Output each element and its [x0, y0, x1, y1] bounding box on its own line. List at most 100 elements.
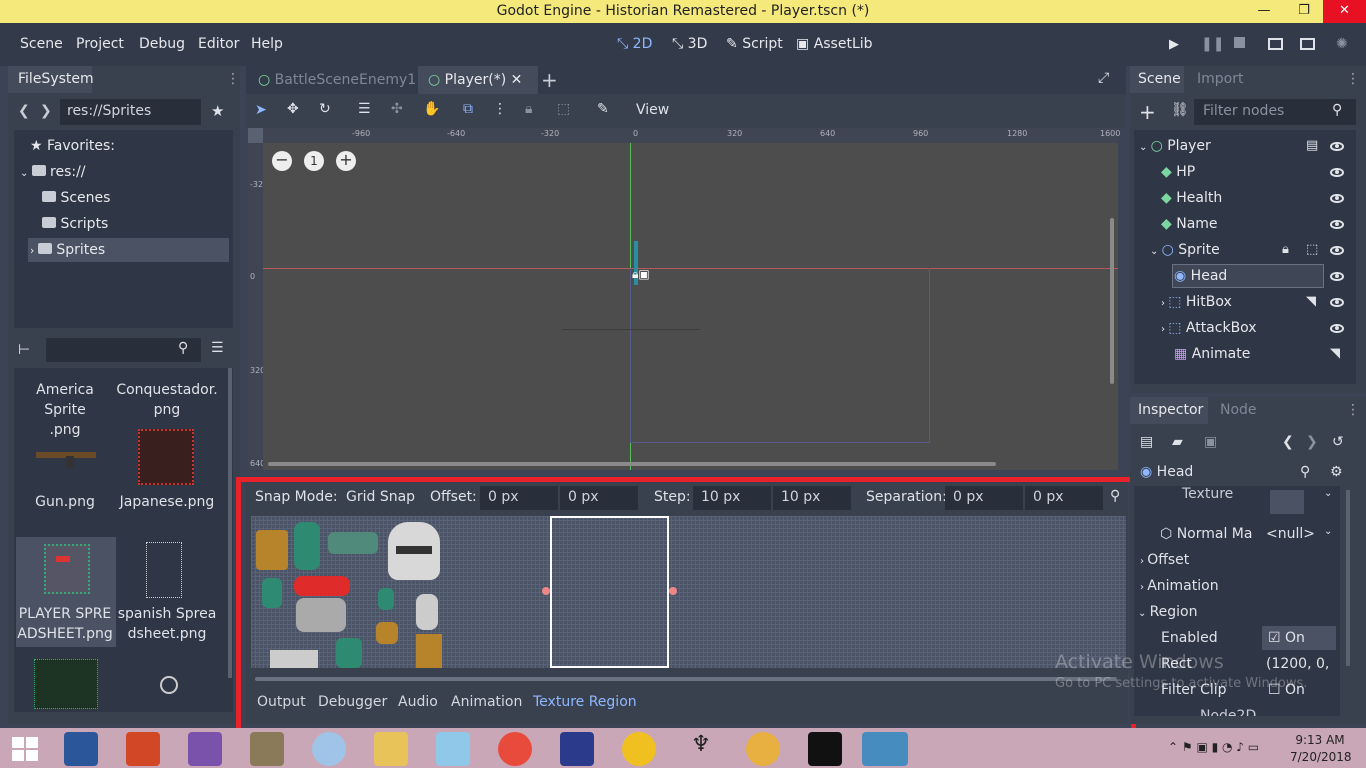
play-scene-icon[interactable] — [1268, 38, 1283, 50]
forward-icon[interactable]: ❯ — [40, 103, 52, 119]
visibility-eye-icon[interactable] — [1330, 194, 1344, 203]
signal-icon[interactable]: ◥ — [1306, 294, 1316, 309]
notes-icon[interactable] — [436, 732, 470, 766]
add-node-icon[interactable]: + — [1139, 100, 1156, 124]
inspector-settings-icon[interactable]: ⚙ — [1330, 464, 1343, 480]
workspace-script[interactable]: ✎ Script — [726, 36, 783, 52]
word-icon[interactable] — [64, 732, 98, 766]
texture-preview[interactable] — [1270, 490, 1304, 514]
tree-res-root[interactable]: ⌄ res:// — [20, 159, 86, 185]
normal-map-value[interactable]: <null> — [1266, 526, 1315, 542]
section-offset[interactable]: › Offset — [1140, 552, 1189, 568]
file-explorer-icon[interactable] — [374, 732, 408, 766]
file-thumbnail-7[interactable] — [30, 655, 110, 715]
lock-icon[interactable]: 🔒︎ — [525, 101, 532, 117]
tab-import[interactable]: Import — [1197, 71, 1243, 87]
fallout-icon[interactable] — [746, 732, 780, 766]
workspace-2d[interactable]: ⤡ 2D — [617, 36, 652, 52]
tree-sprites[interactable]: › Sprites — [30, 237, 105, 263]
tab-battlesceneenemy1[interactable]: ○ BattleSceneEnemy1 — [258, 72, 416, 88]
favorite-star-icon[interactable]: ★ — [211, 102, 224, 120]
godot-icon[interactable] — [862, 732, 908, 766]
zoom-in-button[interactable]: + — [336, 151, 356, 171]
snap-options-icon[interactable]: ⋮ — [493, 101, 507, 117]
app-icon-books[interactable] — [250, 732, 284, 766]
play-icon[interactable]: ▶ — [1169, 37, 1179, 52]
maximize-button[interactable]: ❐ — [1284, 0, 1324, 23]
history-icon[interactable]: ↺ — [1332, 434, 1344, 450]
chrome-icon[interactable] — [498, 732, 532, 766]
paint-icon[interactable] — [312, 732, 346, 766]
node-head[interactable]: ◉ Head — [1174, 263, 1227, 289]
history-back-icon[interactable]: ❮ — [1282, 434, 1294, 450]
game-icon[interactable] — [560, 732, 594, 766]
move-mode-icon[interactable]: ✥ — [287, 101, 299, 117]
menu-project[interactable]: Project — [76, 36, 124, 52]
stop-icon[interactable] — [1234, 37, 1245, 48]
scene-dock-menu-icon[interactable]: ⋮ — [1346, 71, 1360, 87]
file-grid-scrollbar[interactable] — [228, 368, 232, 678]
file-player-spritesheet[interactable]: PLAYER SPRE ADSHEET.png — [14, 604, 116, 644]
node-animate[interactable]: ▦ Animate — [1174, 341, 1250, 367]
node-name[interactable]: ◆ Name — [1161, 211, 1218, 237]
view-menu[interactable]: View — [636, 102, 669, 118]
distraction-free-icon[interactable]: ⤢ — [1098, 70, 1109, 86]
node-player[interactable]: ⌄ ○ Player — [1139, 133, 1211, 159]
file-conquestador[interactable]: Conquestador. png — [116, 380, 218, 420]
menu-debug[interactable]: Debug — [139, 36, 185, 52]
list-view-icon[interactable]: ☰ — [211, 340, 224, 356]
dropdown-icon[interactable]: ⌄ — [1324, 488, 1332, 499]
menu-editor[interactable]: Editor — [198, 36, 239, 52]
visibility-eye-icon[interactable] — [1330, 298, 1344, 307]
menu-help[interactable]: Help — [251, 36, 283, 52]
visibility-eye-icon[interactable] — [1330, 142, 1344, 151]
history-forward-icon[interactable]: ❯ — [1306, 434, 1318, 450]
node-hp[interactable]: ◆ HP — [1161, 159, 1195, 185]
borderlands-icon[interactable] — [622, 732, 656, 766]
tree-favorites[interactable]: ★ Favorites: — [30, 133, 115, 159]
file-japanese[interactable]: Japanese.png — [116, 492, 218, 512]
workspace-assetlib[interactable]: ▣ AssetLib — [796, 36, 873, 52]
dock-menu-icon[interactable]: ⋮ — [226, 71, 240, 87]
tree-scenes[interactable]: Scenes — [42, 185, 110, 211]
script-attached-icon[interactable]: ▤ — [1306, 138, 1318, 153]
select-mode-icon[interactable]: ➤ — [255, 102, 267, 118]
rotate-mode-icon[interactable]: ↻ — [319, 101, 331, 117]
inspector-menu-icon[interactable]: ⋮ — [1346, 402, 1360, 418]
workspace-3d[interactable]: ⤡ 3D — [672, 36, 707, 52]
tree-scripts[interactable]: Scripts — [42, 211, 108, 237]
path-field[interactable]: res://Sprites — [60, 99, 201, 125]
tab-node[interactable]: Node — [1220, 402, 1257, 418]
file-gun[interactable]: Gun.png — [14, 492, 116, 512]
add-tab-icon[interactable]: + — [541, 68, 558, 92]
node-sprite[interactable]: ⌄ ○ Sprite — [1150, 237, 1220, 263]
node-hitbox[interactable]: › ⬚ HitBox — [1161, 289, 1232, 315]
split-icon[interactable]: ⊢ — [18, 342, 30, 358]
windows-start-icon[interactable] — [12, 737, 38, 761]
section-animation[interactable]: › Animation — [1140, 578, 1219, 594]
link-icon[interactable]: ⛓ — [1171, 102, 1189, 118]
file-spanish-spritesheet[interactable]: spanish Sprea dsheet.png — [116, 604, 218, 644]
v-scrollbar[interactable] — [1110, 218, 1114, 384]
node-attackbox[interactable]: › ⬚ AttackBox — [1161, 315, 1257, 341]
file-thumbnail-8[interactable] — [140, 662, 220, 722]
pivot-icon[interactable]: ✣ — [391, 101, 403, 117]
garena-icon[interactable] — [808, 732, 842, 766]
rect-value[interactable]: (1200, 0, — [1266, 656, 1329, 672]
section-node2d[interactable]: Node2D — [1200, 708, 1256, 716]
inspector-scrollbar[interactable] — [1346, 490, 1350, 666]
new-resource-icon[interactable]: ▤ — [1140, 434, 1153, 450]
pause-icon[interactable]: ❚❚ — [1201, 36, 1224, 52]
close-tab-icon[interactable]: ✕ — [511, 72, 523, 88]
group-node-icon[interactable]: ⬚ — [1306, 242, 1318, 257]
zoom-reset-button[interactable]: 1 — [304, 151, 324, 171]
signal-icon[interactable]: ◥ — [1330, 346, 1340, 361]
minimize-button[interactable]: — — [1244, 0, 1284, 23]
open-folder-icon[interactable]: ▰ — [1172, 434, 1183, 450]
section-region[interactable]: ⌄ Region — [1138, 604, 1198, 620]
pan-mode-icon[interactable]: ✋ — [423, 101, 440, 117]
visibility-eye-icon[interactable] — [1330, 220, 1344, 229]
visibility-eye-icon[interactable] — [1330, 272, 1344, 281]
lock-node-icon[interactable]: 🔒︎ — [1282, 242, 1289, 257]
visibility-eye-icon[interactable] — [1330, 246, 1344, 255]
